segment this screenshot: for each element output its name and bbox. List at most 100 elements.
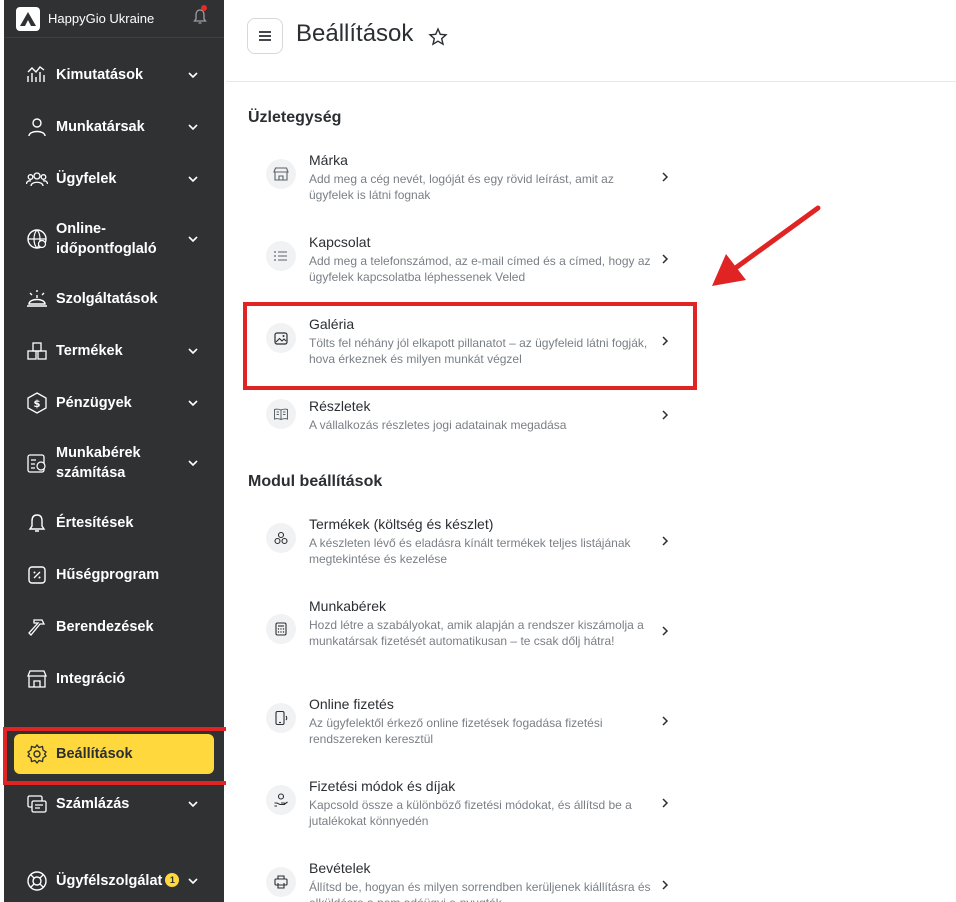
- sidebar-item-label: Értesítések: [56, 515, 134, 531]
- chevron-right-icon: [662, 798, 669, 808]
- phone-pay-icon: [266, 703, 296, 733]
- row-title: Kapcsolat: [309, 234, 371, 250]
- highlight-box-gallery: [243, 302, 697, 390]
- sidebar-item-label: Pénzügyek: [56, 395, 132, 411]
- chevron-right-icon: [662, 172, 669, 182]
- row-title: Bevételek: [309, 860, 371, 876]
- settings-row-marka[interactable]: Márka Add meg a cég nevét, logóját és eg…: [266, 152, 686, 208]
- menu-toggle-button[interactable]: [247, 18, 283, 54]
- sidebar-item-label-multiline: Munkabérek számítása: [56, 443, 141, 483]
- sidebar-item-label-line1: Munkabérek: [56, 445, 141, 461]
- users-icon: [26, 168, 48, 190]
- sidebar-item-label: Ügyfelek: [56, 171, 117, 187]
- sidebar-item-label-line2: időpontfoglaló: [56, 241, 157, 257]
- sidebar-item-ertesitesek[interactable]: Értesítések: [4, 512, 224, 534]
- sidebar-item-munkaberek-szamitasa[interactable]: Munkabérek számítása: [4, 442, 224, 484]
- sidebar-item-label: Munkatársak: [56, 119, 145, 135]
- sidebar-item-husegprogram[interactable]: Hűségprogram: [4, 564, 224, 586]
- row-title: Online fizetés: [309, 696, 394, 712]
- stats-icon: [26, 64, 48, 86]
- row-description: Állítsd be, hogyan és milyen sorrendben …: [309, 880, 651, 902]
- sidebar-item-label-multiline: Online-időpontfoglaló: [56, 219, 157, 259]
- chevron-right-icon: [662, 626, 669, 636]
- sidebar-item-munkatarsak[interactable]: Munkatársak: [4, 116, 224, 138]
- row-description: Add meg a telefonszámod, az e-mail címed…: [309, 254, 651, 284]
- sidebar-item-szolgaltatasok[interactable]: Szolgáltatások: [4, 288, 224, 310]
- sidebar-item-szamlazas[interactable]: Számlázás: [4, 793, 224, 815]
- row-description: A készleten lévő és eladásra kínált term…: [309, 536, 631, 566]
- sidebar-item-label-with-badge: Ügyfélszolgálat 1: [56, 871, 180, 891]
- row-description: Hozd létre a szabályokat, amik alapján a…: [309, 618, 644, 648]
- hammer-icon: [26, 616, 48, 638]
- row-title: Fizetési módok és díjak: [309, 778, 456, 794]
- sidebar-item-ugyfelszolgalat[interactable]: Ügyfélszolgálat 1: [4, 870, 224, 892]
- sidebar-item-label: Berendezések: [56, 619, 154, 635]
- chevron-right-icon: [662, 536, 669, 546]
- shop-icon: [266, 159, 296, 189]
- notification-icon: [26, 512, 48, 534]
- sidebar-item-kimutatasok[interactable]: Kimutatások: [4, 64, 224, 86]
- chevron-right-icon: [662, 880, 669, 890]
- chevron-down-icon: [188, 348, 198, 355]
- row-title: Márka: [309, 152, 348, 168]
- page-header: Beállítások: [226, 0, 956, 82]
- chevron-right-icon: [662, 716, 669, 726]
- billing-icon: [26, 793, 48, 815]
- printer-icon: [266, 867, 296, 897]
- sidebar-item-label: Számlázás: [56, 796, 130, 812]
- sidebar-item-label: Integráció: [56, 671, 126, 687]
- store-icon: [26, 668, 48, 690]
- sidebar-item-label: Szolgáltatások: [56, 291, 158, 307]
- settings-row-reszletek[interactable]: Részletek A vállalkozás részletes jogi a…: [266, 398, 686, 438]
- brand-name: HappyGio Ukraine: [48, 11, 155, 26]
- red-arrow-annotation-icon: [712, 205, 821, 286]
- book-icon: [266, 399, 296, 429]
- sidebar-item-ugyfelek[interactable]: Ügyfelek: [4, 168, 224, 190]
- sidebar-item-label: Kimutatások: [56, 67, 144, 83]
- section-title-modul-beallitasok: Modul beállítások: [248, 473, 383, 490]
- row-title: Munkabérek: [309, 598, 387, 614]
- settings-row-online-fizetes[interactable]: Online fizetés Az ügyfelektől érkező onl…: [266, 696, 686, 752]
- hand-coin-icon: [266, 785, 296, 815]
- notification-dot: [201, 5, 207, 11]
- notification-bell-icon[interactable]: [192, 8, 208, 26]
- support-badge: 1: [165, 873, 180, 887]
- payroll-icon: [26, 452, 48, 474]
- sidebar-item-termekek[interactable]: Termékek: [4, 340, 224, 362]
- lifebuoy-icon: [26, 870, 48, 892]
- sidebar-item-integracio[interactable]: Integráció: [4, 668, 224, 690]
- highlight-box-settings: [3, 727, 230, 785]
- globe-icon: [26, 228, 48, 250]
- section-title-uzletegyseg: Üzletegység: [248, 109, 342, 126]
- user-icon: [26, 116, 48, 138]
- sidebar-item-label: Hűségprogram: [56, 567, 160, 583]
- settings-row-termekek[interactable]: Termékek (költség és készlet) A készlete…: [266, 516, 686, 572]
- main-content: Beállítások Üzletegység Márka Add meg a …: [226, 0, 956, 902]
- svg-text:$: $: [34, 399, 41, 410]
- settings-row-fizetesi-modok[interactable]: Fizetési módok és díjak Kapcsold össze a…: [266, 778, 686, 834]
- list-icon: [266, 241, 296, 271]
- row-description: A vállalkozás részletes jogi adatainak m…: [309, 418, 567, 432]
- sidebar-item-penzugyek[interactable]: $ Pénzügyek: [4, 392, 224, 414]
- sidebar-item-berendezesek[interactable]: Berendezések: [4, 616, 224, 638]
- percent-icon: [26, 564, 48, 586]
- chevron-down-icon: [188, 176, 198, 183]
- cubes-icon: [266, 523, 296, 553]
- calculator-icon: [266, 614, 296, 644]
- star-icon[interactable]: [428, 27, 448, 47]
- brand-header[interactable]: HappyGio Ukraine: [4, 0, 224, 38]
- settings-row-munkaberek[interactable]: Munkabérek Hozd létre a szabályokat, ami…: [266, 598, 686, 670]
- chevron-down-icon: [188, 236, 198, 243]
- chevron-down-icon: [188, 460, 198, 467]
- dollar-icon: $: [26, 392, 48, 414]
- row-description: Az ügyfelektől érkező online fizetések f…: [309, 716, 603, 746]
- chevron-down-icon: [188, 801, 198, 808]
- chevron-down-icon: [188, 878, 198, 885]
- settings-row-bevetelek[interactable]: Bevételek Állítsd be, hogyan és milyen s…: [266, 860, 686, 902]
- settings-row-kapcsolat[interactable]: Kapcsolat Add meg a telefonszámod, az e-…: [266, 234, 686, 290]
- row-title: Részletek: [309, 398, 371, 414]
- sidebar-item-label-line2: számítása: [56, 465, 126, 481]
- boxes-icon: [26, 340, 48, 362]
- sidebar-item-online-idopontfoglalo[interactable]: Online-időpontfoglaló: [4, 218, 224, 260]
- chevron-down-icon: [188, 72, 198, 79]
